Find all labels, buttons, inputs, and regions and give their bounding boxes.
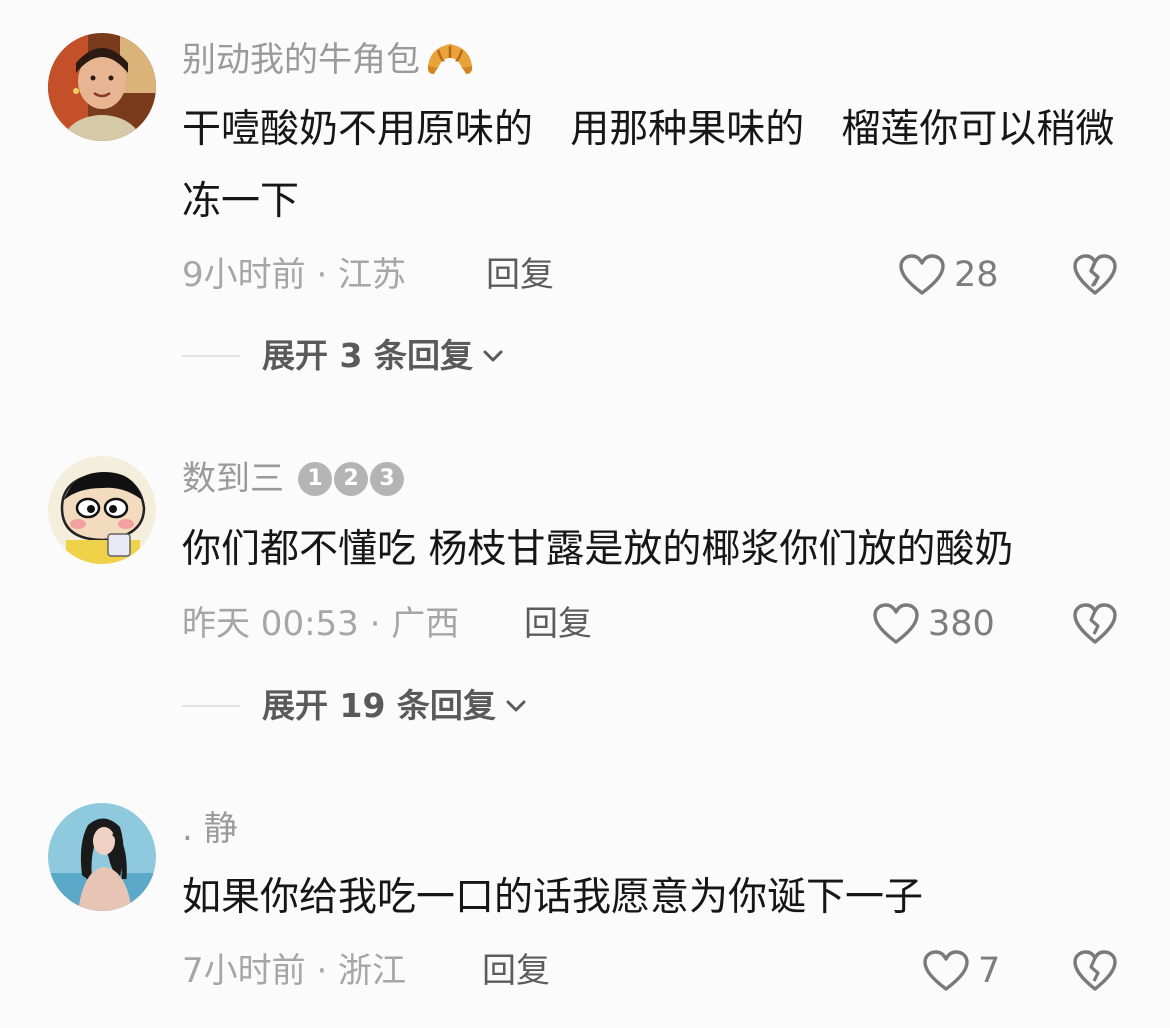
avatar[interactable] bbox=[48, 33, 156, 141]
username[interactable]: . 静 bbox=[182, 806, 238, 852]
like-count: 28 bbox=[954, 255, 999, 295]
croissant-icon bbox=[427, 44, 473, 74]
like-count: 380 bbox=[928, 604, 995, 644]
comment-meta: 昨天 00:53 · 广西 bbox=[182, 604, 460, 644]
dislike-button[interactable] bbox=[1072, 599, 1120, 649]
expand-replies-button[interactable]: 展开 3 条回复 bbox=[182, 333, 505, 379]
username-text: 别动我的牛角包 bbox=[182, 40, 420, 80]
comment-meta: 7小时前 · 浙江 bbox=[182, 951, 407, 991]
username[interactable]: 数到三 1 2 3 bbox=[182, 456, 404, 502]
badge-group: 1 2 3 bbox=[298, 462, 404, 496]
divider bbox=[182, 355, 240, 357]
comment-meta: 9小时前 · 江苏 bbox=[182, 255, 407, 295]
comment-list: 别动我的牛角包 干噎酸奶不用原味的 用那种果味的 榴莲你可以稍微冻一下 9小时前… bbox=[0, 0, 1170, 1028]
like-button[interactable]: 380 bbox=[872, 599, 995, 649]
avatar[interactable] bbox=[48, 803, 156, 911]
broken-heart-icon bbox=[1073, 603, 1117, 644]
badge-3: 3 bbox=[370, 462, 404, 496]
broken-heart-icon bbox=[1073, 950, 1117, 991]
heart-outline-icon bbox=[899, 254, 945, 295]
username-text: 数到三 bbox=[182, 459, 284, 499]
expand-replies-button[interactable]: 展开 19 条回复 bbox=[182, 683, 528, 729]
like-button[interactable]: 28 bbox=[898, 250, 999, 300]
username-text: . 静 bbox=[182, 809, 238, 849]
dislike-button[interactable] bbox=[1072, 946, 1120, 996]
chevron-down-icon bbox=[506, 700, 526, 712]
heart-outline-icon bbox=[923, 950, 969, 991]
comment-text: 如果你给我吃一口的话我愿意为你诞下一子 bbox=[182, 875, 924, 920]
comment-text: 干噎酸奶不用原味的 用那种果味的 榴莲你可以稍微冻一下 bbox=[182, 107, 1115, 224]
like-count: 7 bbox=[978, 951, 1001, 991]
avatar[interactable] bbox=[48, 456, 156, 564]
username[interactable]: 别动我的牛角包 bbox=[182, 37, 476, 83]
like-button[interactable]: 7 bbox=[922, 946, 1000, 996]
expand-replies-label: 展开 3 条回复 bbox=[262, 336, 473, 375]
reply-button[interactable]: 回复 bbox=[482, 948, 550, 994]
expand-replies-label: 展开 19 条回复 bbox=[262, 686, 496, 725]
chevron-down-icon bbox=[483, 350, 503, 362]
broken-heart-icon bbox=[1073, 254, 1117, 295]
dislike-button[interactable] bbox=[1072, 250, 1120, 300]
comment-text: 你们都不懂吃 杨枝甘露是放的椰浆你们放的酸奶 bbox=[182, 527, 1014, 572]
badge-2: 2 bbox=[334, 462, 368, 496]
heart-outline-icon bbox=[873, 603, 919, 644]
badge-1: 1 bbox=[298, 462, 332, 496]
divider bbox=[182, 705, 240, 707]
reply-button[interactable]: 回复 bbox=[524, 601, 592, 647]
reply-button[interactable]: 回复 bbox=[486, 252, 554, 298]
